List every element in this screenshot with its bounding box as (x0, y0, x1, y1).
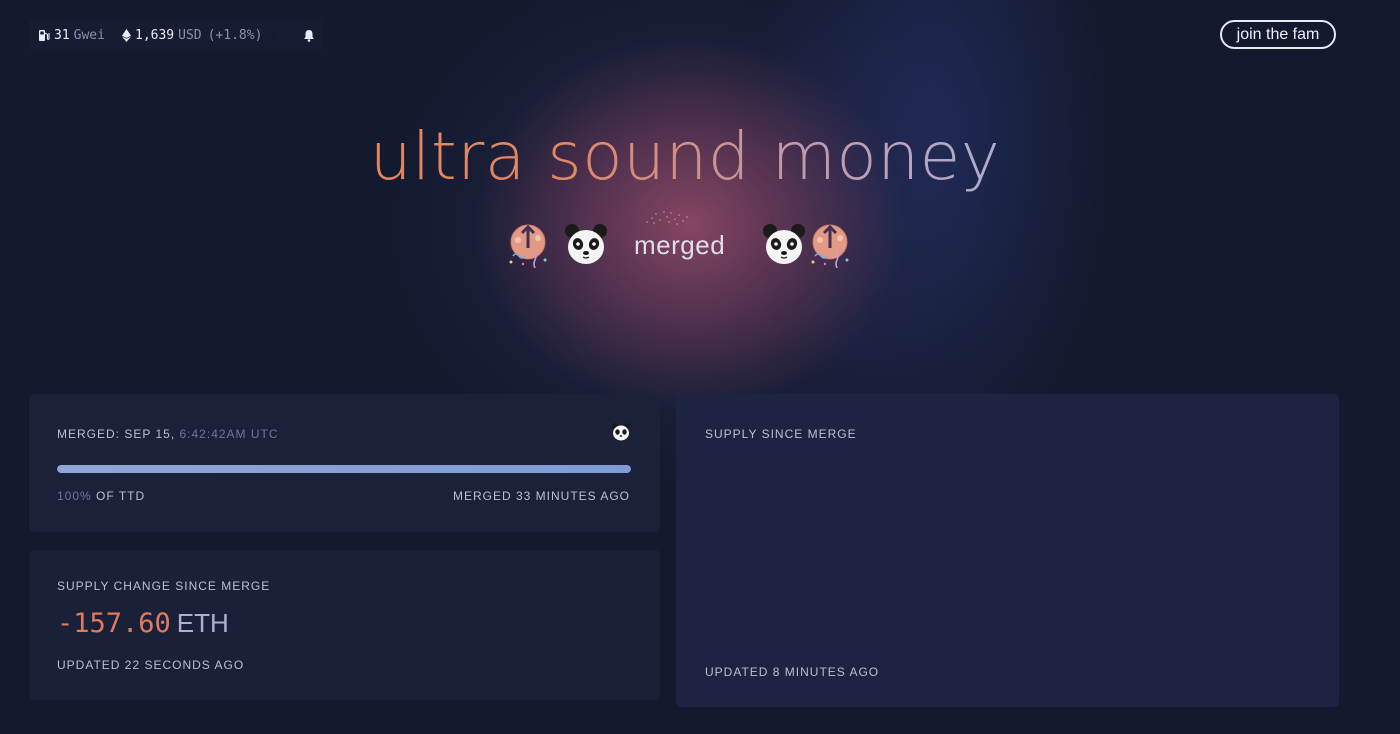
supply-change-updated: UPDATED 22 SECONDS AGO (57, 658, 245, 672)
join-the-fam-button[interactable]: join the fam (1220, 20, 1336, 49)
ttd-suffix: OF TTD (91, 489, 146, 503)
merged-ago: MERGED 33 MINUTES AGO (452, 489, 630, 503)
merge-timestamp: MERGED: SEP 15, 6:42:42AM UTC (57, 427, 279, 441)
merge-status-label: merged (634, 230, 726, 260)
status-bar: 31 Gwei 1,639 USD (+1.8%) (29, 20, 323, 51)
gas-pump-icon (39, 30, 50, 41)
mushroom-party-icon (811, 224, 849, 268)
ethereum-icon (122, 29, 131, 42)
ttd-progress-fill (57, 465, 631, 473)
supply-change-number: -157.60 (57, 608, 171, 639)
bell-icon (304, 30, 314, 42)
merge-timestamp-time: 6:42:42AM UTC (179, 427, 279, 441)
ttd-progress-bar (57, 465, 631, 473)
supply-since-merge-updated: UPDATED 8 MINUTES AGO (705, 665, 880, 679)
hero-title: ultra sound money (300, 112, 1070, 202)
eth-price[interactable]: 1,639 USD (+1.8%) (122, 28, 262, 43)
merge-timestamp-date: SEP 15, (124, 427, 180, 441)
ttd-percent: 100% (57, 489, 92, 503)
gas-unit: Gwei (73, 28, 105, 43)
gas-value: 31 (54, 28, 70, 43)
eth-price-currency: USD (178, 28, 202, 43)
ttd-progress-text: 100% OF TTD (57, 489, 145, 503)
supply-since-merge-card: SUPPLY SINCE MERGE UPDATED 8 MINUTES AGO (676, 394, 1339, 707)
eth-price-value: 1,639 (135, 28, 175, 43)
supply-change-unit: ETH (176, 608, 229, 638)
page: 31 Gwei 1,639 USD (+1.8%) join the fam u… (0, 0, 1400, 734)
merge-progress-card: MERGED: SEP 15, 6:42:42AM UTC 100% OF TT… (29, 394, 660, 532)
gas-price[interactable]: 31 Gwei (38, 28, 105, 43)
supply-change-label: SUPPLY CHANGE SINCE MERGE (57, 579, 271, 593)
divider (273, 27, 274, 44)
supply-change-value: -157.60 ETH (57, 608, 229, 639)
eth-price-change: (+1.8%) (207, 28, 263, 43)
supply-change-card: SUPPLY CHANGE SINCE MERGE -157.60 ETH UPD… (29, 550, 660, 700)
panda-icon (565, 224, 607, 264)
panda-icon (612, 423, 630, 441)
merge-timestamp-prefix: MERGED: (57, 427, 125, 441)
panda-icon (763, 224, 805, 264)
notification-button[interactable] (300, 27, 318, 45)
mushroom-party-icon (509, 224, 547, 268)
supply-since-merge-label: SUPPLY SINCE MERGE (705, 427, 857, 441)
